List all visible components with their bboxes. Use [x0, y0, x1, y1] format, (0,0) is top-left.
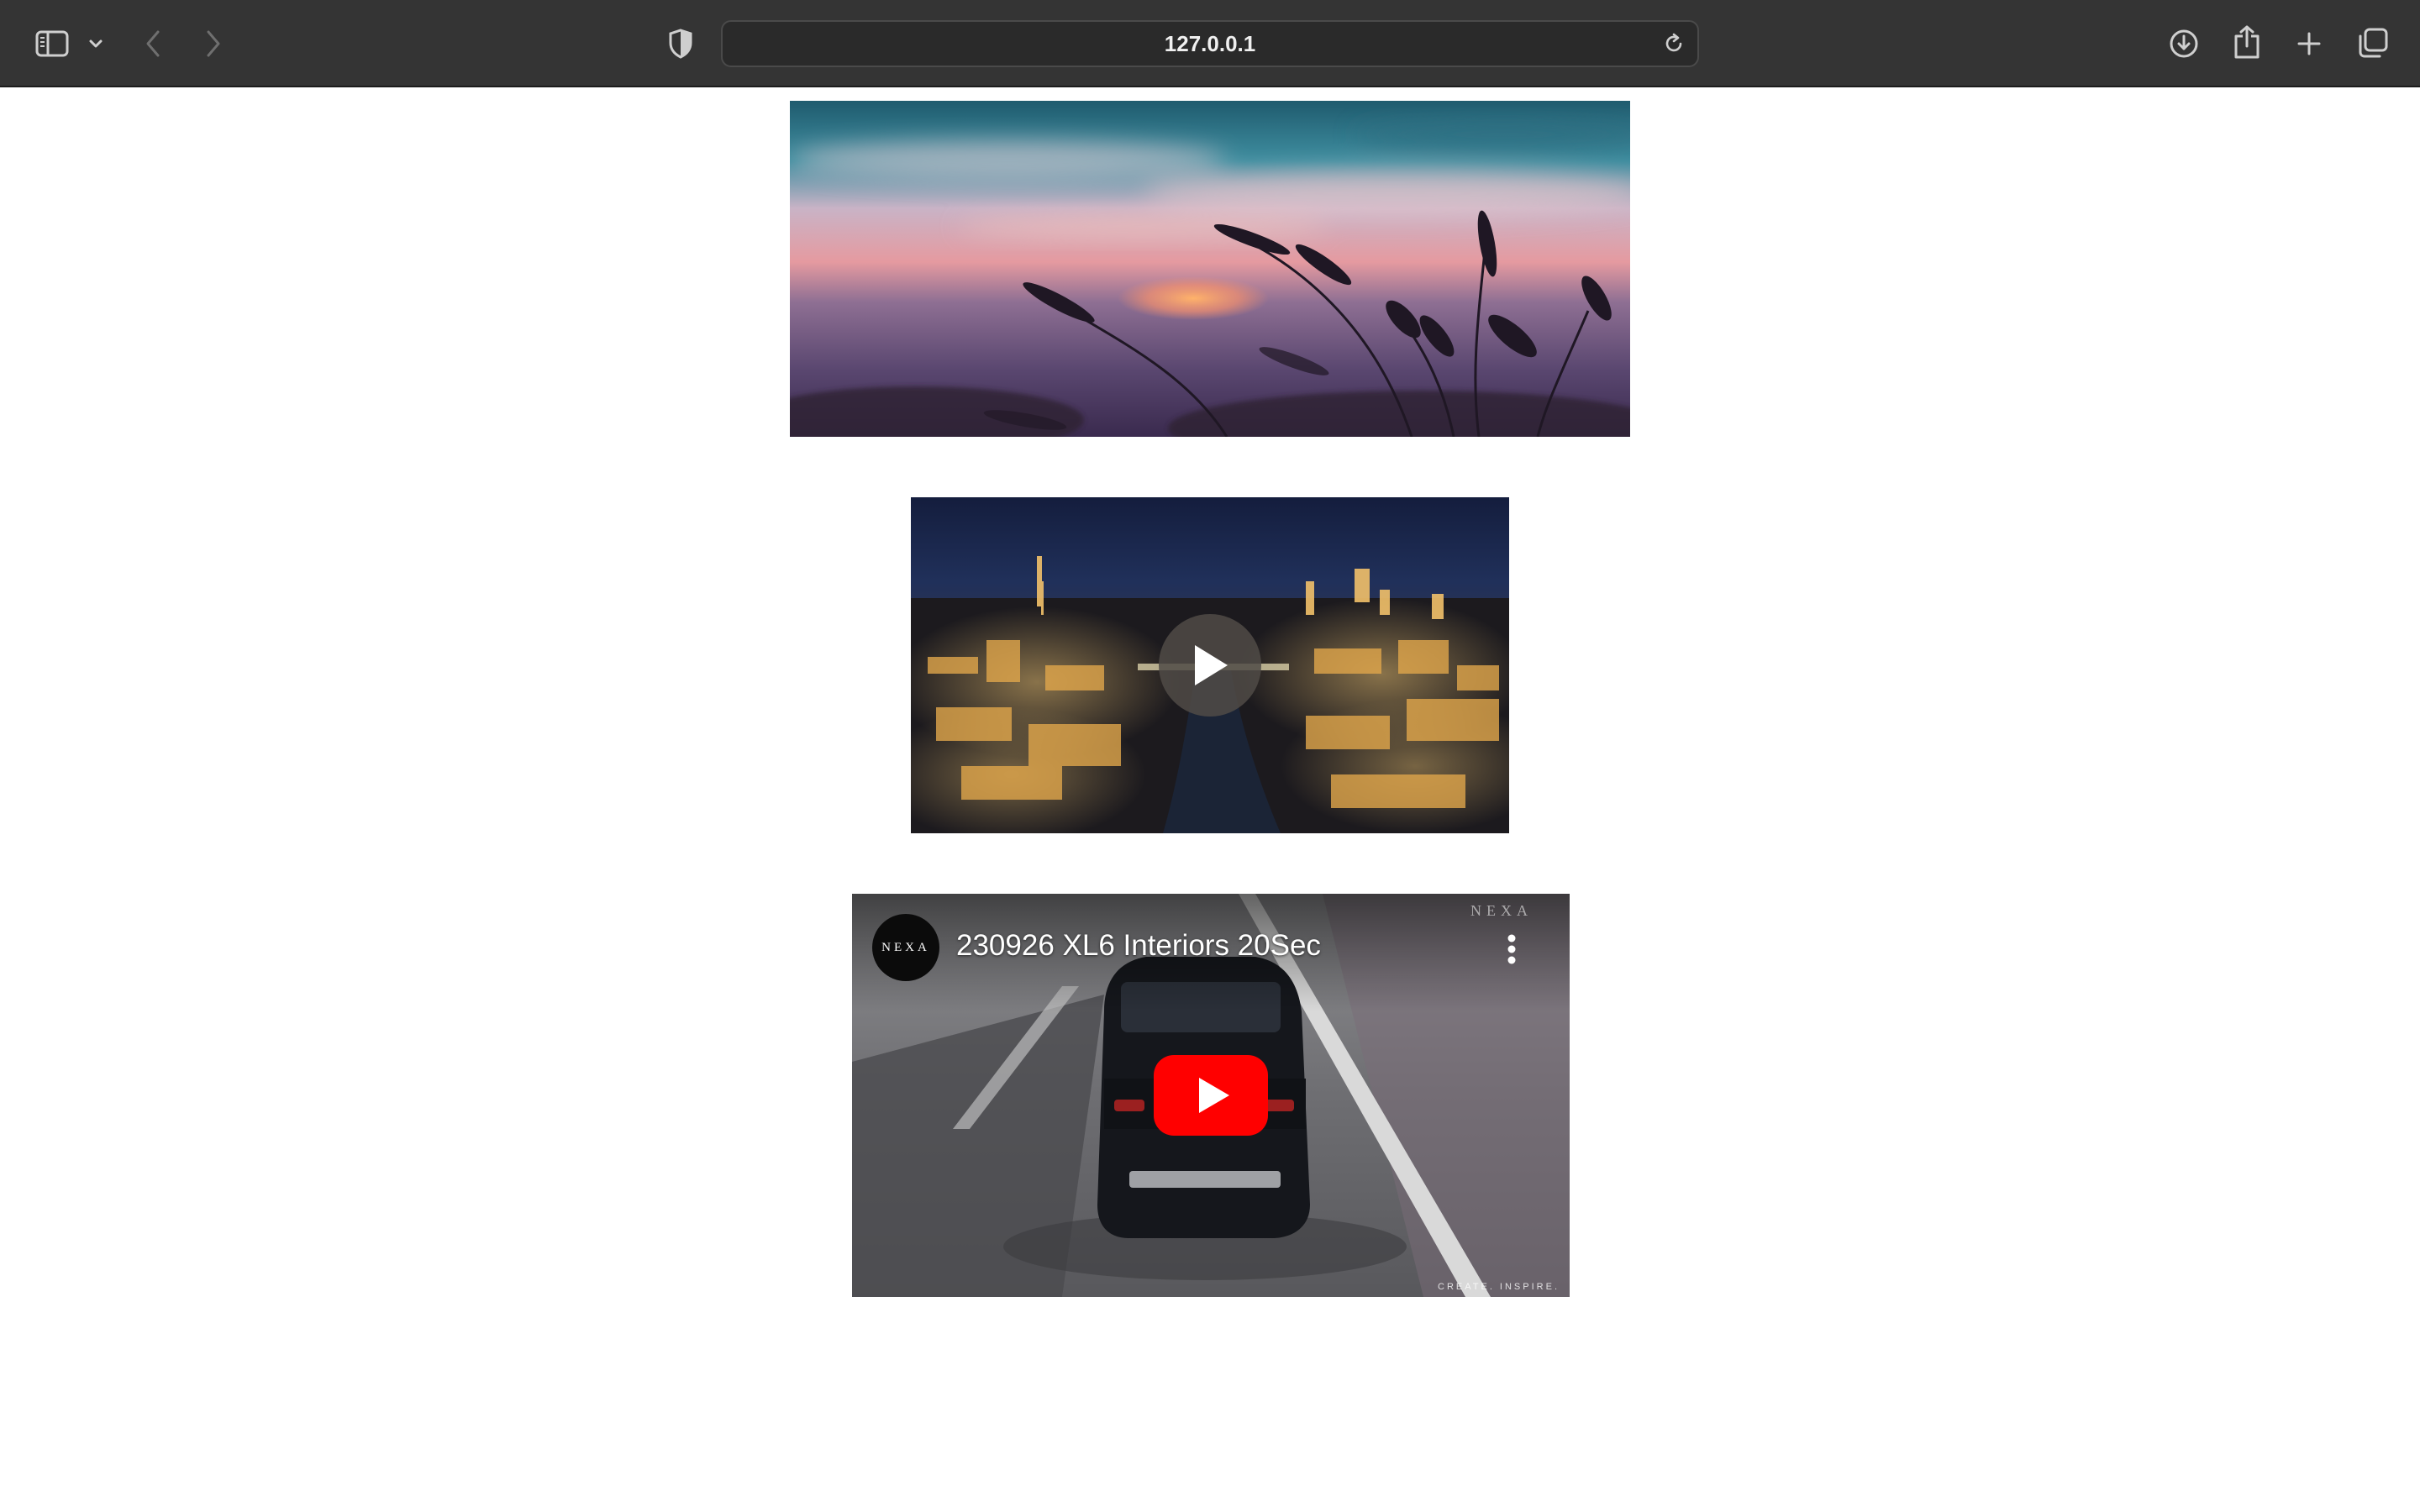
forward-icon[interactable]: [198, 25, 229, 62]
youtube-play-icon[interactable]: [1154, 1055, 1268, 1136]
brand-watermark: NEXA: [1470, 902, 1533, 919]
tabs-overview-icon[interactable]: [2354, 24, 2391, 62]
youtube-embed[interactable]: NEXA 230926 XL6 Interiors 20Sec NEXA CRE…: [852, 894, 1570, 1297]
reload-icon[interactable]: [1660, 30, 1687, 57]
video-tagline: CREATE. INSPIRE.: [1438, 1282, 1560, 1292]
download-icon[interactable]: [2166, 25, 2202, 62]
chevron-down-icon[interactable]: [86, 32, 106, 55]
video-title[interactable]: 230926 XL6 Interiors 20Sec: [956, 929, 1321, 963]
play-icon[interactable]: [1159, 614, 1261, 717]
address-bar[interactable]: 127.0.0.1: [721, 20, 1699, 67]
url-text: 127.0.0.1: [1164, 30, 1256, 56]
browser-toolbar: 127.0.0.1: [0, 0, 2420, 87]
more-options-icon[interactable]: [1507, 934, 1516, 964]
sunset-lavender-image: [790, 101, 1630, 437]
new-tab-icon[interactable]: [2292, 25, 2326, 62]
city-night-video[interactable]: [911, 497, 1509, 833]
sidebar-icon[interactable]: [32, 25, 72, 62]
share-icon[interactable]: [2230, 22, 2264, 62]
back-icon[interactable]: [138, 25, 168, 62]
channel-avatar[interactable]: NEXA: [872, 914, 939, 981]
shield-icon[interactable]: [664, 25, 697, 62]
